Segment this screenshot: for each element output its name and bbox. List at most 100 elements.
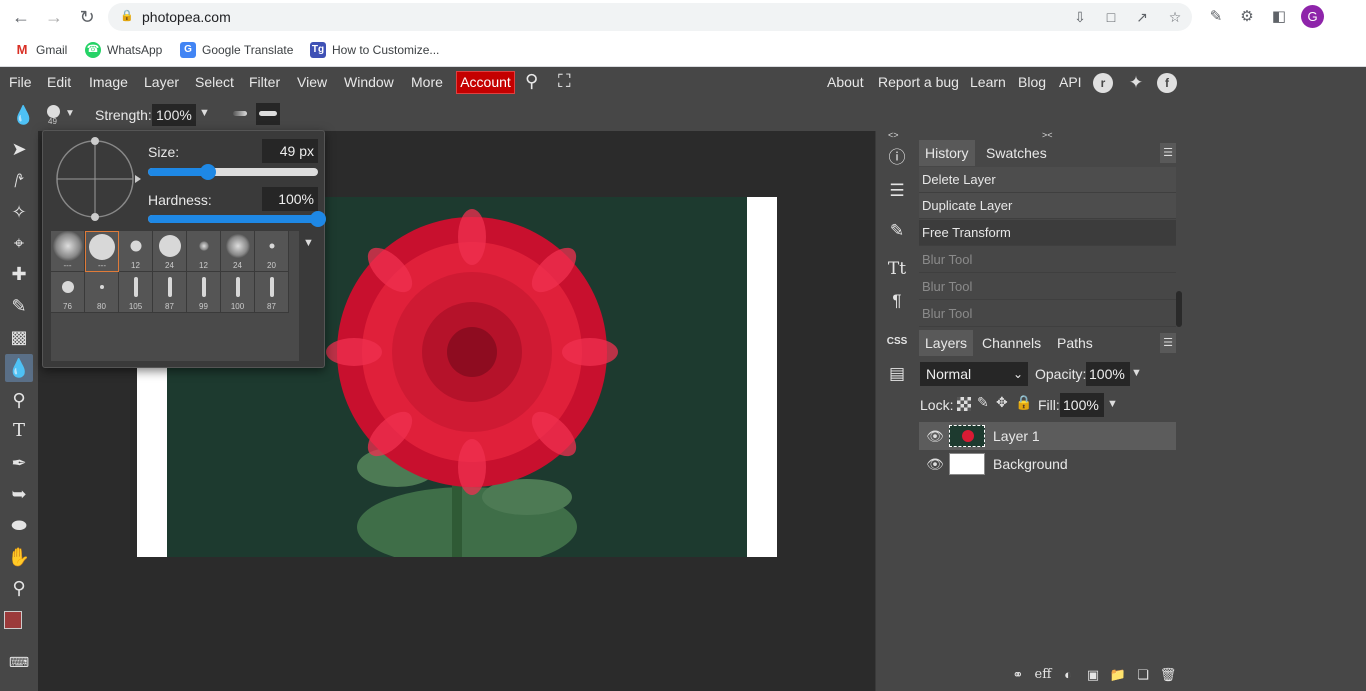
link-about[interactable]: About — [827, 74, 864, 90]
tab-history[interactable]: History — [919, 140, 975, 166]
brush-preset[interactable]: 12 — [119, 231, 153, 272]
keyboard-icon[interactable]: ⌨ — [5, 648, 33, 676]
eyedropper-extension-icon[interactable]: ✎ — [1205, 6, 1227, 28]
link-learn[interactable]: Learn — [970, 74, 1006, 90]
info-icon[interactable]: ⓘ — [883, 144, 911, 172]
link-blog[interactable]: Blog — [1018, 74, 1046, 90]
brush-preset[interactable]: 87 — [255, 272, 289, 313]
menu-file[interactable]: File — [9, 74, 32, 90]
layer-mask-icon[interactable]: ▣ — [1084, 666, 1102, 684]
bookmark-how-to-customize[interactable]: Tg How to Customize... — [310, 40, 439, 60]
zoom-tool-icon[interactable]: ⚲ — [5, 574, 33, 602]
tab-paths[interactable]: Paths — [1051, 330, 1099, 356]
size-slider[interactable] — [148, 164, 318, 180]
eye-icon[interactable]: 👁 — [926, 456, 944, 472]
history-row[interactable]: Delete Layer — [919, 167, 1176, 193]
brush-panel-icon[interactable]: ✎ — [883, 217, 911, 245]
hardness-input[interactable]: 100% — [262, 187, 318, 211]
brush-preset[interactable]: 100 — [221, 272, 255, 313]
strength-dropdown-icon[interactable]: ▼ — [199, 107, 210, 119]
account-button[interactable]: Account — [456, 71, 515, 94]
fill-input[interactable]: 100% — [1060, 393, 1104, 417]
brush-preset[interactable]: 20 — [255, 231, 289, 272]
profile-avatar[interactable]: G — [1301, 5, 1324, 28]
image-icon[interactable]: ▤ — [883, 360, 911, 388]
move-tool-icon[interactable]: ➤ — [5, 135, 33, 163]
opacity-dropdown-icon[interactable]: ▼ — [1131, 367, 1142, 379]
strength-input[interactable]: 100% — [152, 104, 196, 126]
facebook-icon[interactable]: f — [1157, 73, 1177, 93]
sample-all-layers-icon[interactable] — [229, 108, 249, 118]
brush-preset-picker[interactable]: 49 ▼ — [44, 102, 75, 128]
ellipse-tool-icon[interactable]: ⬬ — [5, 511, 33, 539]
character-icon[interactable]: Tt — [883, 255, 911, 283]
brush-preset[interactable]: 12 — [187, 231, 221, 272]
twitter-icon[interactable]: ✦ — [1126, 73, 1146, 93]
eye-icon[interactable]: 👁 — [926, 428, 944, 444]
tab-layers[interactable]: Layers — [919, 330, 974, 356]
fullscreen-icon[interactable]: ⛶ — [558, 71, 571, 92]
share-icon[interactable]: ↗ — [1133, 8, 1151, 26]
menu-image[interactable]: Image — [89, 74, 128, 90]
adjustment-layer-icon[interactable]: ◐ — [1059, 666, 1077, 684]
link-layers-icon[interactable]: ⚭ — [1009, 666, 1027, 684]
collapse-arrows-icon[interactable]: <> — [888, 130, 899, 140]
menu-window[interactable]: Window — [344, 74, 394, 90]
layers-menu-icon[interactable]: ☰ — [1160, 333, 1176, 353]
css-icon[interactable]: CSS — [883, 328, 911, 356]
gradient-tool-icon[interactable]: ▩ — [5, 323, 33, 351]
reddit-icon[interactable]: r — [1093, 73, 1113, 93]
address-bar[interactable]: 🔒 photopea.com ⇩ □ ↗ ☆ — [108, 3, 1192, 31]
brush-preset[interactable]: 76 — [51, 272, 85, 313]
hardness-slider[interactable] — [148, 211, 326, 227]
preset-menu-chevron-icon[interactable]: ▼ — [303, 237, 314, 249]
blend-mode-select[interactable]: Normal ⌄ — [920, 362, 1028, 386]
layer-row-background[interactable]: 👁 Background — [919, 450, 1176, 478]
lock-transparency-icon[interactable] — [957, 397, 971, 411]
url-text[interactable]: photopea.com — [142, 9, 231, 25]
history-row[interactable]: Blur Tool — [919, 301, 1176, 327]
side-panel-icon[interactable]: ◧ — [1268, 6, 1290, 28]
brush-preset[interactable]: 24 — [153, 231, 187, 272]
menu-view[interactable]: View — [297, 74, 327, 90]
hardness-slider-handle[interactable] — [310, 211, 326, 227]
link-api[interactable]: API — [1059, 74, 1082, 90]
extensions-puzzle-icon[interactable]: ⚙ — [1236, 6, 1258, 28]
menu-layer[interactable]: Layer — [144, 74, 179, 90]
brush-preset[interactable]: --- — [51, 231, 85, 272]
back-arrow-icon[interactable]: ← — [10, 6, 32, 28]
history-menu-icon[interactable]: ☰ — [1160, 143, 1176, 163]
crop-tool-icon[interactable]: ⌖ — [5, 229, 33, 257]
pressure-toggle[interactable] — [256, 103, 280, 125]
bookmark-gmail[interactable]: M Gmail — [14, 40, 67, 60]
menu-more[interactable]: More — [411, 74, 443, 90]
brush-preset[interactable]: --- — [85, 231, 119, 272]
foreground-color-swatch[interactable] — [4, 611, 22, 629]
tab-swatches[interactable]: Swatches — [980, 140, 1053, 166]
lock-all-icon[interactable]: 🔒 — [1015, 394, 1032, 411]
expand-arrows-icon[interactable]: >< — [1042, 130, 1053, 140]
tab-channels[interactable]: Channels — [976, 330, 1047, 356]
effects-icon[interactable]: eff — [1034, 666, 1052, 684]
bookmark-google-translate[interactable]: G Google Translate — [180, 40, 293, 60]
blur-tool-icon[interactable]: 💧 — [5, 354, 33, 382]
path-select-icon[interactable]: ➥ — [5, 480, 33, 508]
bookmark-star-icon[interactable]: ☆ — [1166, 8, 1184, 26]
link-report-bug[interactable]: Report a bug — [878, 74, 959, 90]
magic-wand-icon[interactable]: ✧ — [5, 198, 33, 226]
opacity-input[interactable]: 100% — [1086, 362, 1130, 386]
forward-arrow-icon[interactable]: → — [43, 6, 65, 28]
history-row[interactable]: Duplicate Layer — [919, 193, 1176, 219]
layer-row-layer-1[interactable]: 👁 Layer 1 — [919, 422, 1176, 450]
lock-position-icon[interactable]: ✥ — [996, 394, 1008, 411]
pen-tool-icon[interactable]: ✒ — [5, 449, 33, 477]
install-app-icon[interactable]: ⇩ — [1071, 8, 1089, 26]
brush-preset[interactable]: 99 — [187, 272, 221, 313]
type-tool-icon[interactable]: T — [5, 417, 33, 445]
menu-select[interactable]: Select — [195, 74, 234, 90]
brush-preset[interactable]: 24 — [221, 231, 255, 272]
page-icon[interactable]: □ — [1102, 8, 1120, 26]
paragraph-icon[interactable]: ¶ — [883, 287, 911, 315]
brush-preset[interactable]: 105 — [119, 272, 153, 313]
adjustments-icon[interactable]: ☰ — [883, 177, 911, 205]
